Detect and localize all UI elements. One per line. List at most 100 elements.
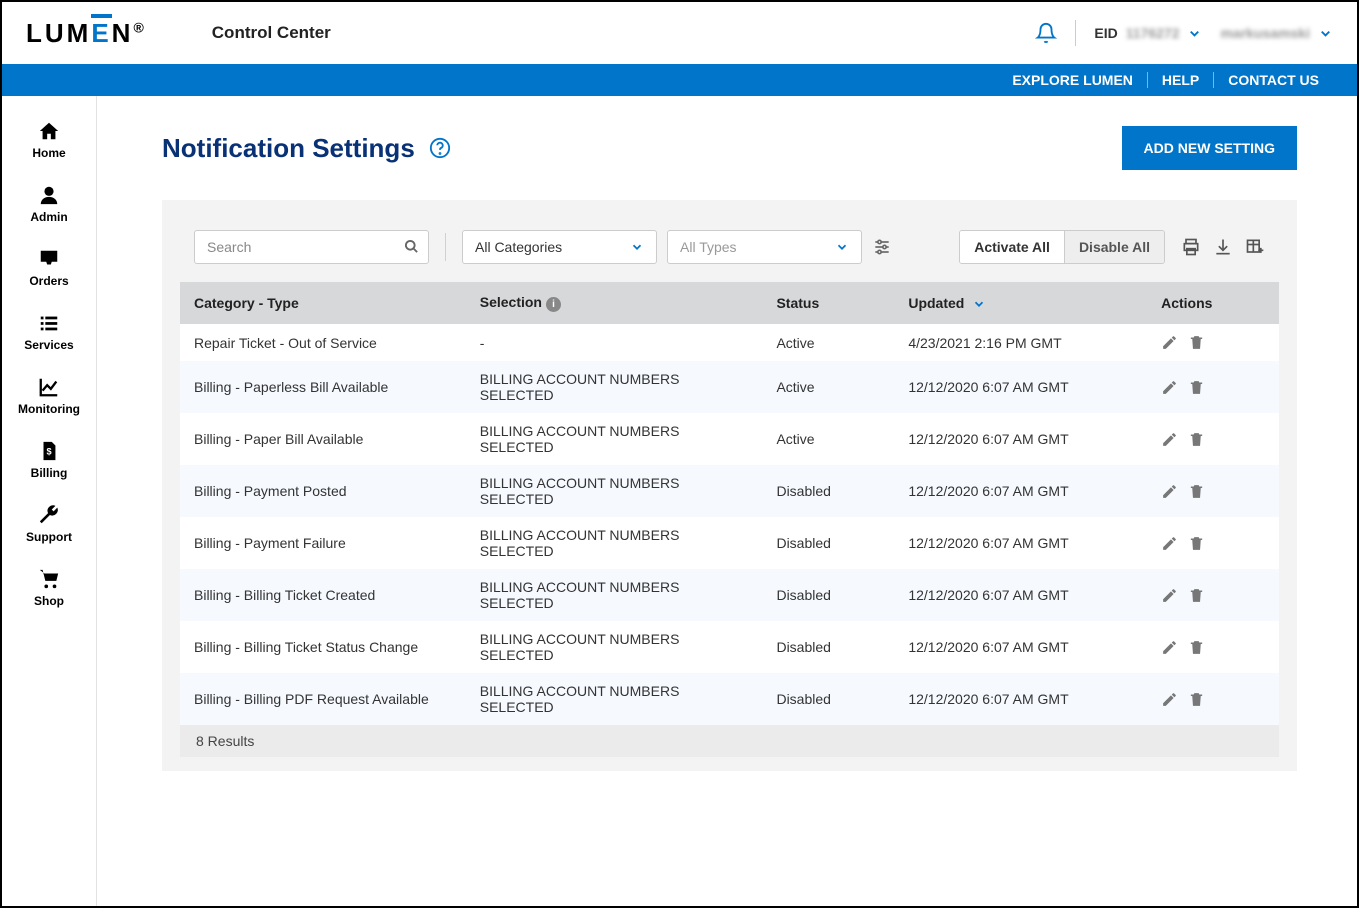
sidebar-item-monitoring[interactable]: Monitoring: [2, 364, 96, 428]
table-row: Billing - Billing Ticket Status ChangeBI…: [180, 621, 1279, 673]
table-row: Repair Ticket - Out of Service-Active4/2…: [180, 324, 1279, 361]
columns-icon[interactable]: [1245, 237, 1265, 257]
top-header: LUMEN® Control Center EID 1176272 markus…: [2, 2, 1357, 64]
col-actions: Actions: [1147, 282, 1279, 324]
edit-icon[interactable]: [1161, 535, 1178, 552]
cell-category: Billing - Payment Failure: [180, 517, 466, 569]
app-title: Control Center: [212, 23, 331, 43]
delete-icon[interactable]: [1188, 431, 1205, 448]
sidebar-item-services[interactable]: Services: [2, 300, 96, 364]
delete-icon[interactable]: [1188, 691, 1205, 708]
chevron-down-icon: [835, 240, 849, 254]
help-icon[interactable]: [429, 137, 451, 159]
page-title: Notification Settings: [162, 133, 415, 164]
search-icon[interactable]: [404, 239, 419, 254]
delete-icon[interactable]: [1188, 379, 1205, 396]
nav-contact-us[interactable]: CONTACT US: [1214, 72, 1333, 88]
cell-status: Disabled: [762, 621, 894, 673]
delete-icon[interactable]: [1188, 334, 1205, 351]
edit-icon[interactable]: [1161, 483, 1178, 500]
edit-icon[interactable]: [1161, 587, 1178, 604]
delete-icon[interactable]: [1188, 639, 1205, 656]
cell-selection: BILLING ACCOUNT NUMBERS SELECTED: [466, 569, 763, 621]
search-input[interactable]: [194, 230, 429, 264]
cell-updated: 12/12/2020 6:07 AM GMT: [894, 673, 1147, 725]
sidebar-item-shop[interactable]: Shop: [2, 556, 96, 620]
sidebar: Home Admin Orders Services Monitoring $ …: [2, 96, 97, 906]
sidebar-item-orders[interactable]: Orders: [2, 236, 96, 300]
cell-status: Active: [762, 324, 894, 361]
edit-icon[interactable]: [1161, 379, 1178, 396]
notifications-bell-icon[interactable]: [1035, 22, 1057, 44]
user-dropdown[interactable]: markusamski: [1220, 25, 1333, 41]
eid-dropdown[interactable]: EID 1176272: [1094, 25, 1202, 41]
nav-explore-lumen[interactable]: EXPLORE LUMEN: [998, 72, 1147, 88]
type-select[interactable]: All Types: [667, 230, 862, 264]
user-icon: [38, 184, 60, 206]
cell-selection: BILLING ACCOUNT NUMBERS SELECTED: [466, 621, 763, 673]
divider: [445, 233, 446, 261]
sidebar-item-label: Support: [26, 530, 72, 544]
delete-icon[interactable]: [1188, 483, 1205, 500]
download-icon[interactable]: [1213, 237, 1233, 257]
edit-icon[interactable]: [1161, 334, 1178, 351]
sidebar-item-label: Billing: [31, 466, 68, 480]
delete-icon[interactable]: [1188, 587, 1205, 604]
toolbar: All Categories All Types Activate All Di…: [180, 230, 1279, 264]
cell-actions: [1147, 413, 1279, 465]
add-new-setting-button[interactable]: ADD NEW SETTING: [1122, 126, 1297, 170]
cell-updated: 12/12/2020 6:07 AM GMT: [894, 413, 1147, 465]
cell-category: Repair Ticket - Out of Service: [180, 324, 466, 361]
list-icon: [38, 312, 60, 334]
edit-icon[interactable]: [1161, 691, 1178, 708]
chart-icon: [38, 376, 60, 398]
cell-category: Billing - Billing Ticket Status Change: [180, 621, 466, 673]
table-row: Billing - Paperless Bill AvailableBILLIN…: [180, 361, 1279, 413]
col-category[interactable]: Category - Type: [180, 282, 466, 324]
cell-category: Billing - Paperless Bill Available: [180, 361, 466, 413]
cell-actions: [1147, 673, 1279, 725]
category-select[interactable]: All Categories: [462, 230, 657, 264]
secondary-nav: EXPLORE LUMEN HELP CONTACT US: [2, 64, 1357, 96]
chevron-down-icon: [630, 240, 644, 254]
edit-icon[interactable]: [1161, 639, 1178, 656]
col-selection[interactable]: Selectioni: [466, 282, 763, 324]
chevron-down-icon: [1318, 26, 1333, 41]
sidebar-item-label: Shop: [34, 594, 64, 608]
nav-help[interactable]: HELP: [1148, 72, 1213, 88]
edit-icon[interactable]: [1161, 431, 1178, 448]
filter-settings-icon[interactable]: [872, 237, 892, 257]
settings-table: Category - Type Selectioni Status Update…: [180, 282, 1279, 725]
results-summary: 8 Results: [180, 725, 1279, 757]
cell-actions: [1147, 621, 1279, 673]
info-icon[interactable]: i: [546, 297, 561, 312]
cell-status: Disabled: [762, 673, 894, 725]
logo[interactable]: LUMEN®: [26, 18, 147, 49]
delete-icon[interactable]: [1188, 535, 1205, 552]
sidebar-item-billing[interactable]: $ Billing: [2, 428, 96, 492]
inbox-icon: [38, 248, 60, 270]
col-status[interactable]: Status: [762, 282, 894, 324]
col-updated[interactable]: Updated: [894, 282, 1147, 324]
sidebar-item-label: Services: [24, 338, 73, 352]
disable-all-button[interactable]: Disable All: [1064, 231, 1164, 263]
table-header-row: Category - Type Selectioni Status Update…: [180, 282, 1279, 324]
table-row: Billing - Payment FailureBILLING ACCOUNT…: [180, 517, 1279, 569]
home-icon: [38, 120, 60, 142]
activate-all-button[interactable]: Activate All: [960, 231, 1064, 263]
sidebar-item-label: Monitoring: [18, 402, 80, 416]
cell-category: Billing - Payment Posted: [180, 465, 466, 517]
activate-disable-group: Activate All Disable All: [959, 230, 1165, 264]
print-icon[interactable]: [1181, 237, 1201, 257]
sidebar-item-admin[interactable]: Admin: [2, 172, 96, 236]
cell-selection: BILLING ACCOUNT NUMBERS SELECTED: [466, 413, 763, 465]
cell-category: Billing - Paper Bill Available: [180, 413, 466, 465]
sort-desc-icon: [972, 297, 986, 311]
sidebar-item-support[interactable]: Support: [2, 492, 96, 556]
table-row: Billing - Payment PostedBILLING ACCOUNT …: [180, 465, 1279, 517]
cart-icon: [38, 568, 60, 590]
cell-selection: BILLING ACCOUNT NUMBERS SELECTED: [466, 465, 763, 517]
cell-selection: -: [466, 324, 763, 361]
cell-status: Disabled: [762, 569, 894, 621]
sidebar-item-home[interactable]: Home: [2, 108, 96, 172]
